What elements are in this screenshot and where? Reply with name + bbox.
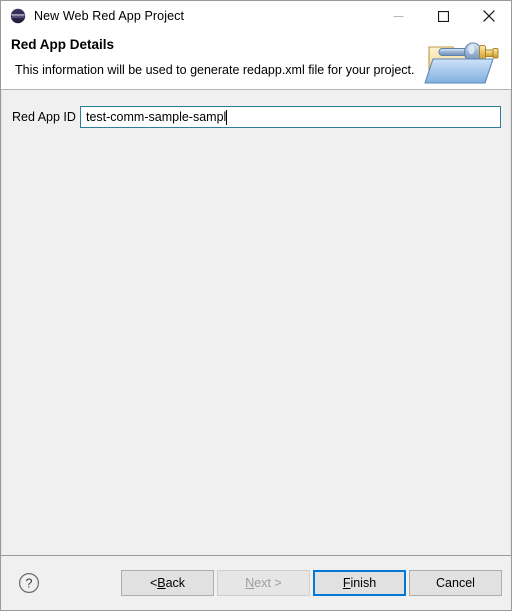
window-title: New Web Red App Project: [34, 9, 185, 23]
svg-text:?: ?: [26, 576, 33, 590]
red-app-id-row: Red App ID test-comm-sample-sampl: [2, 106, 510, 128]
text-caret: [226, 109, 228, 125]
wizard-banner: Red App Details This information will be…: [1, 31, 511, 90]
window-controls: [376, 1, 511, 31]
back-button[interactable]: < Back: [121, 570, 214, 596]
dialog-button-bar: ? < Back Next > Finish Cancel: [1, 555, 511, 610]
back-button-suffix: ack: [165, 575, 186, 590]
eclipse-sphere-icon: [10, 8, 26, 24]
back-button-mnemonic: B: [157, 575, 166, 590]
new-project-folder-icon: [423, 31, 503, 89]
back-button-prefix: <: [149, 575, 158, 590]
close-icon[interactable]: [466, 1, 511, 31]
next-button-mnemonic: N: [245, 575, 255, 590]
cancel-button-label: Cancel: [436, 575, 475, 590]
title-bar: New Web Red App Project: [1, 1, 511, 31]
finish-button[interactable]: Finish: [313, 570, 406, 596]
page-title: Red App Details: [11, 37, 115, 52]
page-description: This information will be used to generat…: [15, 63, 415, 77]
minimize-icon[interactable]: [376, 1, 421, 31]
red-app-id-value: test-comm-sample-sampl: [86, 110, 227, 124]
red-app-id-label: Red App ID: [12, 110, 76, 124]
help-icon[interactable]: ?: [18, 572, 40, 594]
red-app-id-input[interactable]: test-comm-sample-sampl: [80, 106, 501, 128]
finish-button-suffix: inish: [350, 575, 377, 590]
cancel-button[interactable]: Cancel: [409, 570, 502, 596]
wizard-buttons: < Back Next > Finish Cancel: [121, 570, 502, 596]
dialog-window: New Web Red App Project Red App Details …: [0, 0, 512, 611]
next-button: Next >: [217, 570, 310, 596]
next-button-suffix: ext >: [254, 575, 282, 590]
dialog-content: Red App ID test-comm-sample-sampl: [1, 90, 511, 555]
finish-button-mnemonic: F: [342, 575, 351, 590]
maximize-icon[interactable]: [421, 1, 466, 31]
